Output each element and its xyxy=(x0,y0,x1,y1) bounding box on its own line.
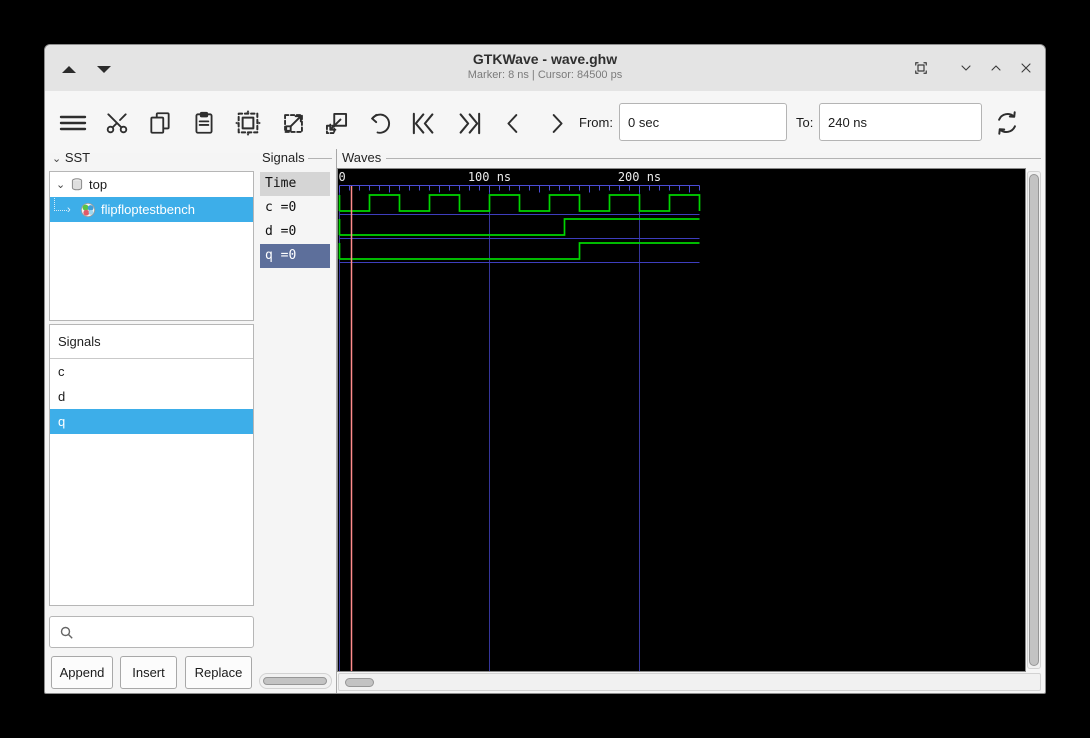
replace-button[interactable]: Replace xyxy=(185,656,252,689)
search-icon xyxy=(60,626,73,639)
wave-canvas[interactable]: 0 100 ns 200 ns xyxy=(338,169,1025,671)
svg-text:200 ns: 200 ns xyxy=(618,170,661,184)
sst-signals-list: Signals c d q xyxy=(49,324,254,606)
module-icon xyxy=(71,178,83,191)
gtkwave-window: GTKWave - wave.ghw Marker: 8 ns | Cursor… xyxy=(44,44,1046,694)
signals-hscrollbar-thumb[interactable] xyxy=(263,677,327,685)
testbench-icon xyxy=(81,202,95,217)
insert-button[interactable]: Insert xyxy=(120,656,177,689)
close-icon[interactable] xyxy=(1016,58,1036,78)
window-title: GTKWave - wave.ghw xyxy=(472,51,618,67)
paste-icon[interactable] xyxy=(188,107,220,139)
tree-item-flipfloptestbench[interactable]: › flipfloptestbench xyxy=(50,197,253,222)
chevron-down-icon: ⌄ xyxy=(56,179,66,191)
sst-tree: ⌄ top › flipfloptestbench xyxy=(49,171,254,321)
zoom-out-icon[interactable] xyxy=(320,107,352,139)
reload-icon[interactable] xyxy=(991,107,1023,139)
cut-icon[interactable] xyxy=(101,107,133,139)
prev-icon[interactable] xyxy=(497,107,529,139)
to-input[interactable] xyxy=(819,103,982,141)
wave-name-c[interactable]: c =0 xyxy=(260,196,330,220)
undo-icon[interactable] xyxy=(364,107,396,139)
from-input[interactable] xyxy=(619,103,787,141)
signals-hscrollbar-track[interactable] xyxy=(259,673,332,689)
waves-panel-label: Waves xyxy=(342,150,382,165)
toolbar: From: To: xyxy=(45,91,1045,153)
wave-name-q[interactable]: q =0 xyxy=(260,244,330,268)
minimize-icon[interactable] xyxy=(956,58,976,78)
signal-item-d[interactable]: d xyxy=(50,384,253,409)
sst-section-label[interactable]: ⌄ SST xyxy=(52,150,90,165)
from-label: From: xyxy=(579,115,613,130)
waves-frame-line xyxy=(386,158,1041,159)
skip-start-icon[interactable] xyxy=(408,107,440,139)
tree-item-top[interactable]: ⌄ top xyxy=(50,172,253,197)
svg-text:100 ns: 100 ns xyxy=(468,170,511,184)
marker-cursor-status: Marker: 8 ns | Cursor: 84500 ps xyxy=(467,69,623,81)
signals-frame-line xyxy=(308,158,332,159)
chevron-right-icon: › xyxy=(67,203,71,216)
copy-icon[interactable] xyxy=(144,107,176,139)
signals-panel-label: Signals xyxy=(262,150,305,165)
signal-item-c[interactable]: c xyxy=(50,359,253,384)
menu-icon[interactable] xyxy=(57,107,89,139)
zoom-in-icon[interactable] xyxy=(277,107,309,139)
to-label: To: xyxy=(796,115,814,130)
chevron-down-icon: ⌄ xyxy=(52,153,62,165)
title-bar[interactable]: GTKWave - wave.ghw Marker: 8 ns | Cursor… xyxy=(45,45,1045,92)
frame-icon[interactable] xyxy=(911,58,931,78)
waves-hscrollbar-track[interactable] xyxy=(338,673,1041,691)
waves-vscrollbar-track[interactable] xyxy=(1027,171,1041,669)
signal-search-box[interactable] xyxy=(49,616,254,648)
waves-hscrollbar-thumb[interactable] xyxy=(345,678,374,687)
signals-list-header: Signals xyxy=(50,325,253,359)
wave-area[interactable]: 0 100 ns 200 ns xyxy=(337,168,1026,672)
maximize-icon[interactable] xyxy=(986,58,1006,78)
waves-vscrollbar-thumb[interactable] xyxy=(1029,174,1039,666)
skip-end-icon[interactable] xyxy=(452,107,484,139)
svg-text:0: 0 xyxy=(339,170,346,184)
search-input[interactable] xyxy=(80,619,252,647)
tree-item-label: flipfloptestbench xyxy=(101,202,195,217)
signal-item-q[interactable]: q xyxy=(50,409,253,434)
tree-item-label: top xyxy=(89,177,108,192)
next-icon[interactable] xyxy=(540,107,572,139)
zoom-fit-icon[interactable] xyxy=(232,107,264,139)
tree-guide xyxy=(54,198,67,211)
time-header-cell[interactable]: Time xyxy=(260,172,330,196)
append-button[interactable]: Append xyxy=(51,656,113,689)
wave-name-d[interactable]: d =0 xyxy=(260,220,330,244)
